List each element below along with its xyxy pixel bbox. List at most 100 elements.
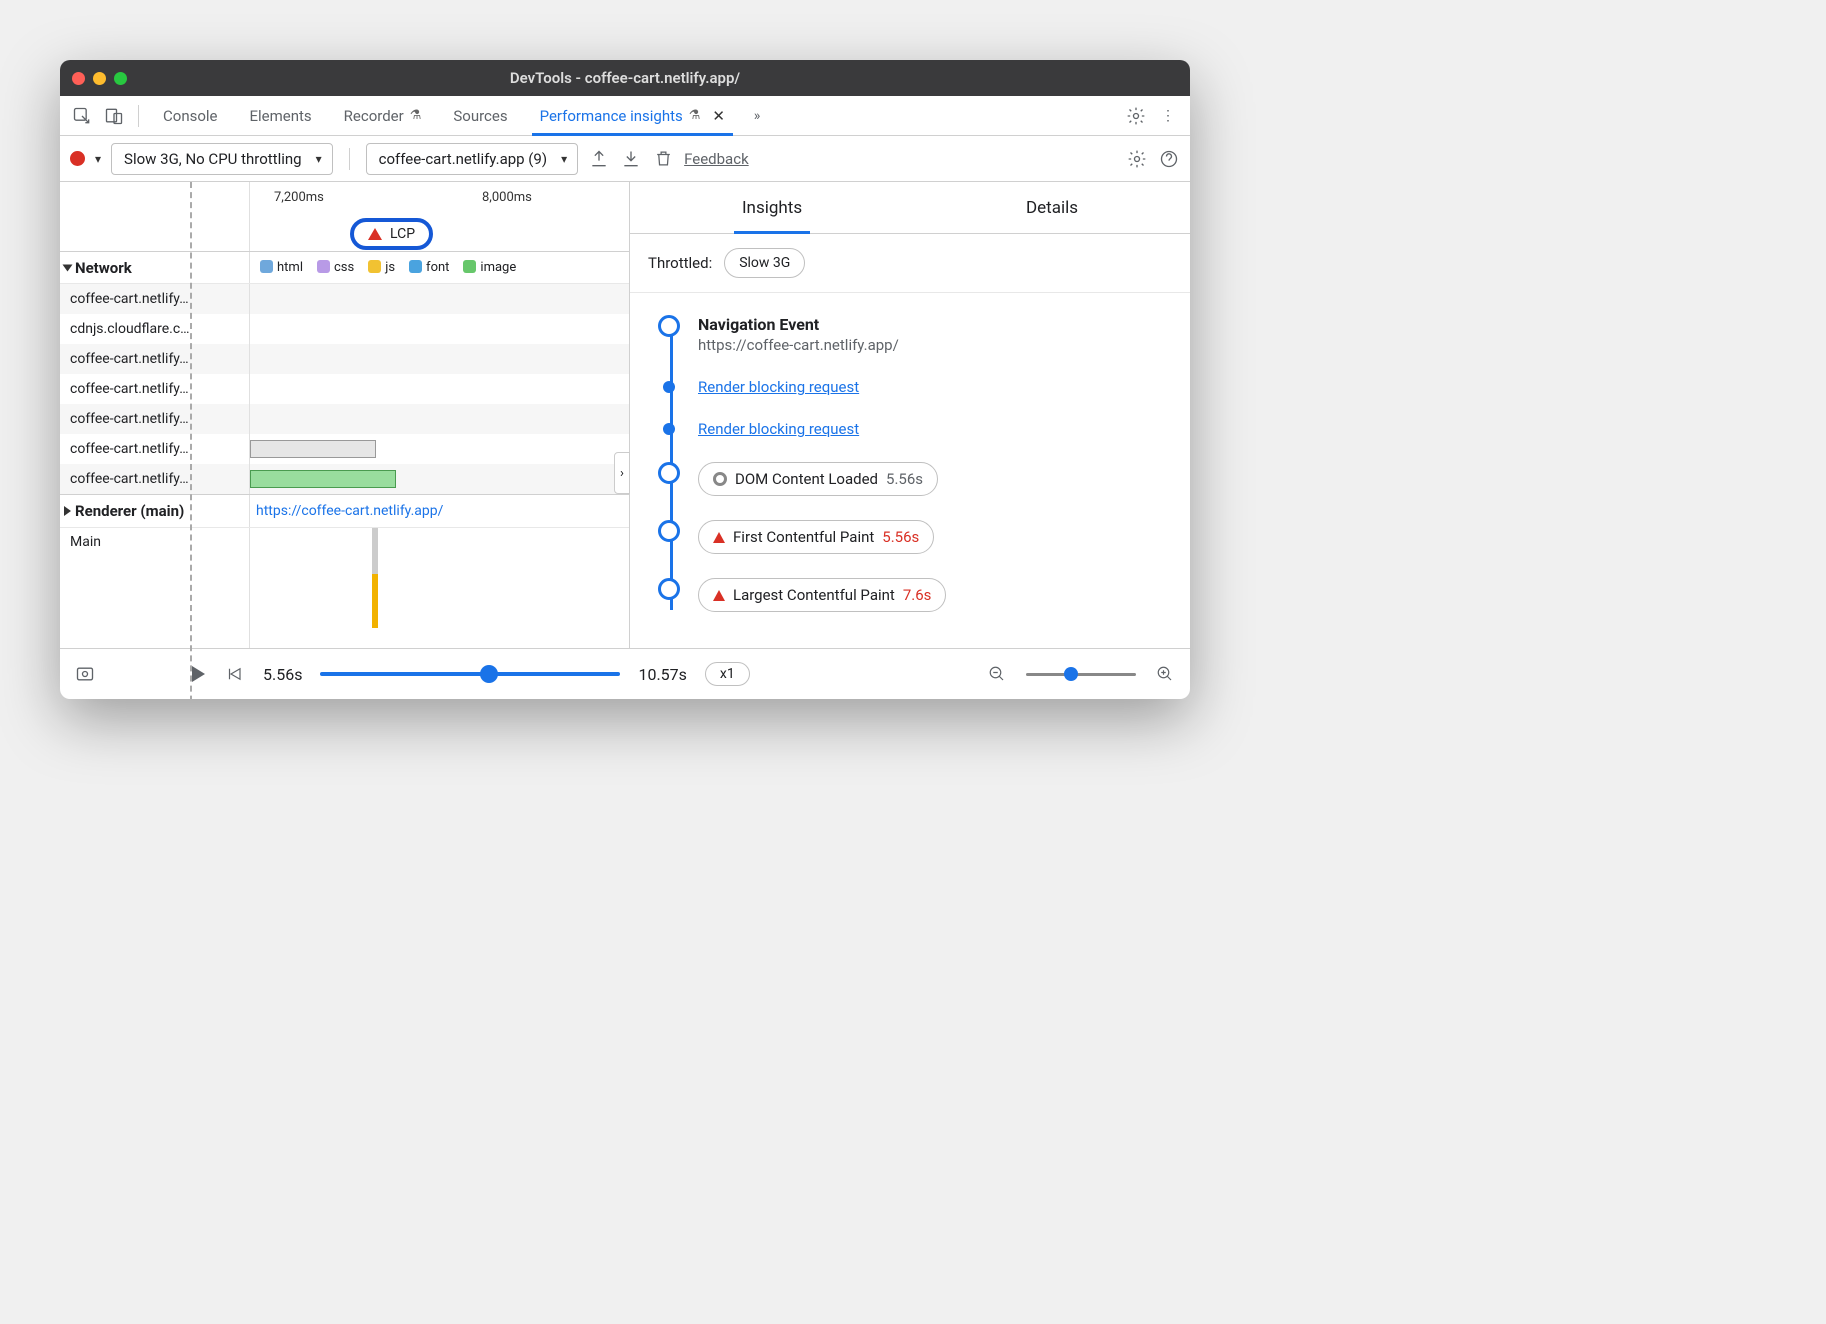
tab-performance-insights[interactable]: Performance insights ⚗ ✕ (526, 96, 739, 135)
expand-icon[interactable] (64, 506, 71, 516)
metric-label: Largest Contentful Paint (733, 586, 895, 604)
warning-triangle-icon (713, 590, 725, 601)
record-button[interactable] (70, 151, 85, 166)
tab-elements[interactable]: Elements (236, 96, 326, 135)
delete-icon[interactable] (652, 148, 674, 170)
tab-insights[interactable]: Insights (734, 182, 810, 233)
collapse-icon[interactable] (63, 264, 73, 271)
network-legend: html css js font image (250, 260, 629, 275)
render-blocking-link[interactable]: Render blocking request (698, 420, 859, 438)
insight-render-blocking[interactable]: Render blocking request (658, 378, 1172, 396)
zoom-thumb[interactable] (1064, 667, 1078, 681)
slider-thumb[interactable] (480, 665, 498, 683)
legend-font: font (409, 260, 449, 275)
time-tick: 7,200ms (274, 190, 324, 205)
export-icon[interactable] (588, 148, 610, 170)
network-row[interactable]: coffee-cart.netlify… (60, 284, 629, 314)
devtools-window: DevTools - coffee-cart.netlify.app/ Cons… (60, 60, 1190, 699)
network-row[interactable]: coffee-cart.netlify… (60, 404, 629, 434)
timeline-ruler[interactable]: 7,200ms 8,000ms LCP (60, 182, 629, 252)
record-dropdown-icon[interactable]: ▾ (95, 152, 101, 166)
neutral-indicator-icon (713, 472, 727, 486)
playback-slider[interactable] (320, 672, 620, 676)
network-row[interactable]: coffee-cart.netlify… (60, 374, 629, 404)
throttled-value: Slow 3G (739, 255, 790, 271)
page-select[interactable]: coffee-cart.netlify.app (9) ▾ (366, 143, 579, 175)
close-tab-icon[interactable]: ✕ (712, 107, 725, 125)
throttled-pill[interactable]: Slow 3G (724, 248, 805, 278)
legend-js: js (368, 260, 395, 275)
panel-tabs: Console Elements Recorder⚗ Sources Perfo… (60, 96, 1190, 136)
renderer-section-header: Renderer (main) https://coffee-cart.netl… (60, 494, 629, 528)
chevron-down-icon: ▾ (561, 152, 567, 166)
close-window-icon[interactable] (72, 72, 85, 85)
network-row[interactable]: coffee-cart.netlify… (60, 464, 629, 494)
settings-gear-icon[interactable] (1122, 102, 1150, 130)
flame-segment[interactable] (372, 528, 378, 574)
playback-speed[interactable]: x1 (705, 662, 750, 686)
playback-footer: 5.56s 10.57s x1 (60, 649, 1190, 699)
insight-render-blocking[interactable]: Render blocking request (658, 420, 1172, 438)
lcp-marker[interactable]: LCP (350, 218, 433, 250)
minimize-window-icon[interactable] (93, 72, 106, 85)
legend-image: image (463, 260, 516, 275)
insight-lcp[interactable]: Largest Contentful Paint 7.6s (658, 578, 1172, 612)
maximize-window-icon[interactable] (114, 72, 127, 85)
event-url: https://coffee-cart.netlify.app/ (698, 336, 1172, 354)
playback-start-time: 5.56s (263, 665, 302, 684)
tab-console[interactable]: Console (149, 96, 232, 135)
insights-tabs: Insights Details (630, 182, 1190, 234)
node-icon (658, 578, 680, 600)
metric-value: 7.6s (903, 586, 932, 604)
more-tabs-icon[interactable]: » (743, 102, 771, 130)
zoom-slider[interactable] (1026, 673, 1136, 676)
zoom-out-icon[interactable] (986, 663, 1008, 685)
renderer-url[interactable]: https://coffee-cart.netlify.app/ (250, 503, 443, 519)
network-title: Network (75, 259, 132, 277)
expand-pane-handle[interactable]: › (614, 452, 630, 494)
screenshot-toggle-icon[interactable] (74, 663, 96, 685)
warning-triangle-icon (368, 228, 382, 240)
play-button[interactable] (192, 666, 205, 682)
network-row[interactable]: coffee-cart.netlify… (60, 344, 629, 374)
flame-segment[interactable] (372, 574, 378, 628)
render-blocking-link[interactable]: Render blocking request (698, 378, 859, 396)
network-section-header: Network html css js font image (60, 252, 629, 284)
tab-recorder[interactable]: Recorder⚗ (330, 96, 436, 135)
inspect-icon[interactable] (68, 102, 96, 130)
feedback-link[interactable]: Feedback (684, 150, 749, 168)
node-icon (658, 520, 680, 542)
metric-value: 5.56s (882, 528, 919, 546)
panel-settings-icon[interactable] (1126, 148, 1148, 170)
kebab-menu-icon[interactable]: ⋮ (1154, 102, 1182, 130)
help-icon[interactable] (1158, 148, 1180, 170)
insights-timeline: Navigation Event https://coffee-cart.net… (630, 293, 1190, 638)
toolbar: ▾ Slow 3G, No CPU throttling ▾ coffee-ca… (60, 136, 1190, 182)
legend-html: html (260, 260, 303, 275)
import-icon[interactable] (620, 148, 642, 170)
throttling-select[interactable]: Slow 3G, No CPU throttling ▾ (111, 143, 333, 175)
network-row[interactable]: cdnjs.cloudflare.c… (60, 314, 629, 344)
insights-pane: Insights Details Throttled: Slow 3G Navi… (630, 182, 1190, 648)
metric-label: DOM Content Loaded (735, 470, 878, 488)
traffic-lights (72, 72, 127, 85)
insight-fcp[interactable]: First Contentful Paint 5.56s (658, 520, 1172, 554)
tab-label: Insights (742, 198, 802, 218)
legend-css: css (317, 260, 354, 275)
network-row[interactable]: coffee-cart.netlify… (60, 434, 629, 464)
tab-sources[interactable]: Sources (439, 96, 521, 135)
event-title: Navigation Event (698, 315, 1172, 334)
zoom-in-icon[interactable] (1154, 663, 1176, 685)
main-thread-row[interactable]: Main (60, 528, 629, 648)
node-dot-icon (663, 381, 675, 393)
titlebar: DevTools - coffee-cart.netlify.app/ (60, 60, 1190, 96)
insight-navigation-event[interactable]: Navigation Event https://coffee-cart.net… (658, 315, 1172, 354)
lcp-label: LCP (390, 226, 415, 242)
tab-details[interactable]: Details (1018, 182, 1086, 233)
divider (349, 148, 350, 170)
beaker-icon: ⚗ (410, 108, 422, 123)
rewind-icon[interactable] (223, 663, 245, 685)
device-toggle-icon[interactable] (100, 102, 128, 130)
node-icon (658, 315, 680, 337)
insight-dcl[interactable]: DOM Content Loaded 5.56s (658, 462, 1172, 496)
